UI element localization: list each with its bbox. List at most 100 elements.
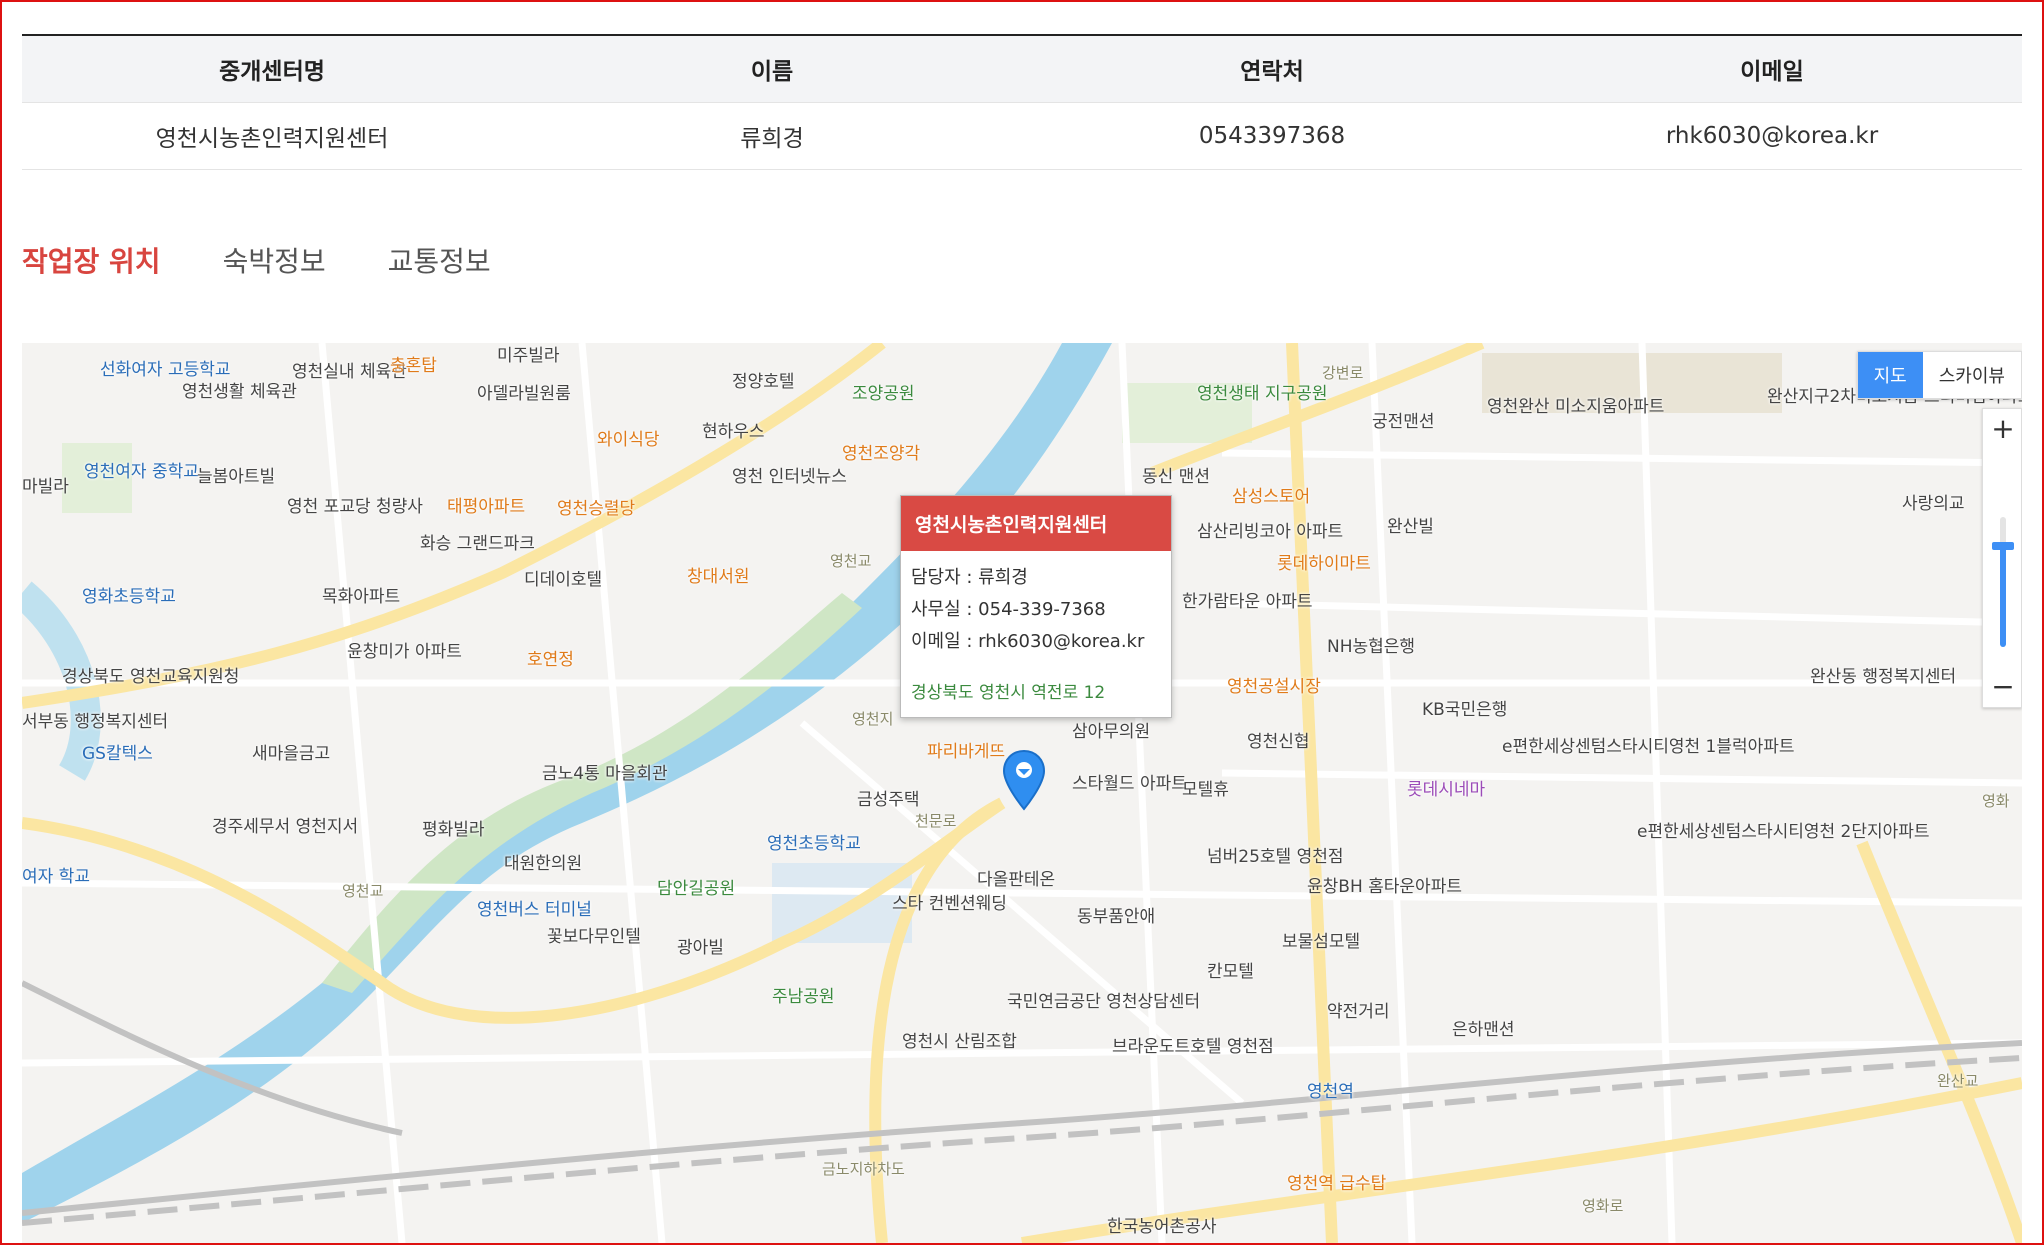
map-label[interactable]: 영천여자 중학교 bbox=[84, 462, 199, 483]
map-label[interactable]: e편한세상센텀스타시티영천 1블럭아파트 bbox=[1502, 737, 1795, 758]
zoom-handle[interactable] bbox=[1992, 541, 2014, 550]
tab-transport[interactable]: 교통정보 bbox=[388, 240, 491, 280]
map-label[interactable]: 사랑의교 bbox=[1902, 494, 1965, 515]
map-label[interactable]: 영천생태 지구공원 bbox=[1197, 384, 1328, 405]
map-label[interactable]: 디데이호텔 bbox=[524, 570, 602, 591]
map-label[interactable]: 영천완산 미소지움아파트 bbox=[1487, 397, 1664, 418]
map-label[interactable]: 영천생활 체육관 bbox=[182, 382, 297, 403]
map-label[interactable]: 영천시 산림조합 bbox=[902, 1032, 1017, 1053]
road-label: 영화로 bbox=[1582, 1197, 1624, 1215]
map-label[interactable]: 서부동 행정복지센터 bbox=[22, 712, 168, 733]
map-label[interactable]: 태평아파트 bbox=[447, 497, 525, 518]
map-label[interactable]: 담안길공원 bbox=[657, 879, 735, 900]
header-phone: 연락처 bbox=[1240, 59, 1304, 85]
map-label[interactable]: 영천역 bbox=[1307, 1082, 1354, 1103]
map-label[interactable]: 충혼탑 bbox=[390, 356, 437, 377]
map-label[interactable]: 호연정 bbox=[527, 650, 574, 671]
map-label[interactable]: 금노4통 마을회관 bbox=[542, 764, 668, 785]
map-label[interactable]: 다올판테온 bbox=[977, 870, 1055, 891]
road-label: 천문로 bbox=[915, 812, 957, 830]
map-label[interactable]: 한가람타운 아파트 bbox=[1182, 592, 1313, 613]
map-label[interactable]: 완산빌 bbox=[1387, 517, 1434, 538]
map-label[interactable]: 조양공원 bbox=[852, 384, 915, 405]
map-label[interactable]: 광아빌 bbox=[677, 938, 724, 959]
info-tabs: 작업장 위치 숙박정보 교통정보 bbox=[22, 240, 491, 280]
map-label[interactable]: 와이식당 bbox=[597, 430, 660, 451]
header-email: 이메일 bbox=[1740, 59, 1804, 85]
map-label[interactable]: 영천공설시장 bbox=[1227, 677, 1321, 698]
road-label: 영천지 bbox=[852, 710, 894, 728]
map-label[interactable]: 늘봄아트빌 bbox=[197, 467, 275, 488]
map-label[interactable]: 영천버스 터미널 bbox=[477, 900, 592, 921]
map-label[interactable]: 윤창BH 홈타운아파트 bbox=[1307, 877, 1462, 898]
map-label[interactable]: 대원한의원 bbox=[504, 854, 582, 875]
map-label[interactable]: 목화아파트 bbox=[322, 587, 400, 608]
cell-center-name: 영천시농촌인력지원센터 bbox=[155, 126, 389, 152]
map-label[interactable]: 칸모텔 bbox=[1207, 962, 1254, 983]
map-label[interactable]: 국민연금공단 영천상담센터 bbox=[1007, 992, 1200, 1013]
map-label[interactable]: 경상북도 영천교육지원청 bbox=[62, 667, 239, 688]
road-label: 강변로 bbox=[1322, 364, 1364, 382]
map-label[interactable]: 모텔휴 bbox=[1182, 780, 1229, 801]
map-label[interactable]: e편한세상센텀스타시티영천 2단지아파트 bbox=[1637, 822, 1930, 843]
infowindow-title: 영천시농촌인력지원센터 bbox=[901, 496, 1171, 551]
map-label[interactable]: 영천 인터넷뉴스 bbox=[732, 467, 847, 488]
map-label[interactable]: KB국민은행 bbox=[1422, 700, 1507, 721]
map-label[interactable]: 미주빌라 bbox=[497, 346, 560, 367]
map-label[interactable]: 아델라빌원룸 bbox=[477, 384, 571, 405]
map-label[interactable]: 화승 그랜드파크 bbox=[420, 534, 535, 555]
map-label[interactable]: 동신 맨션 bbox=[1142, 467, 1210, 488]
zoom-out-button[interactable]: − bbox=[1983, 667, 2022, 707]
map-label[interactable]: 롯데하이마트 bbox=[1277, 554, 1371, 575]
map-type-skyview-button[interactable]: 스카이뷰 bbox=[1923, 352, 2021, 398]
tab-lodging[interactable]: 숙박정보 bbox=[223, 240, 326, 280]
map-label[interactable]: 마빌라 bbox=[22, 477, 69, 498]
map-label[interactable]: 주남공원 bbox=[772, 987, 835, 1008]
map-label[interactable]: 여자 학교 bbox=[22, 867, 90, 888]
map-label[interactable]: 현하우스 bbox=[702, 422, 765, 443]
map-label[interactable]: 영천신협 bbox=[1247, 732, 1310, 753]
map-label[interactable]: 평화빌라 bbox=[422, 820, 485, 841]
zoom-in-button[interactable]: + bbox=[1983, 409, 2022, 449]
map-label[interactable]: 영천 포교당 청량사 bbox=[287, 497, 423, 518]
map-label[interactable]: 삼산리빙코아 아파트 bbox=[1197, 522, 1343, 543]
map-label[interactable]: 영천역 급수탑 bbox=[1287, 1174, 1386, 1195]
map-label[interactable]: 궁전맨션 bbox=[1372, 412, 1435, 433]
map-label[interactable]: 스타월드 아파트 bbox=[1072, 774, 1187, 795]
map-label[interactable]: 삼아무의원 bbox=[1072, 722, 1150, 743]
map-label[interactable]: 한국농어촌공사 bbox=[1107, 1217, 1216, 1238]
location-pin-icon[interactable] bbox=[1002, 749, 1046, 811]
map-label[interactable]: 파리바게뜨 bbox=[927, 742, 1005, 763]
map-label[interactable]: 영화초등학교 bbox=[82, 587, 176, 608]
map-label[interactable]: 새마을금고 bbox=[252, 744, 330, 765]
zoom-slider[interactable] bbox=[2000, 517, 2006, 647]
map-label[interactable]: 선화여자 고등학교 bbox=[100, 360, 231, 381]
map-label[interactable]: 스타 컨벤션웨딩 bbox=[892, 894, 1007, 915]
map-label[interactable]: 영천조양각 bbox=[842, 444, 920, 465]
map-label[interactable]: NH농협은행 bbox=[1327, 637, 1415, 658]
map-view[interactable]: 선화여자 고등학교 영천생활 체육관 영천실내 체육관 충혼탑 미주빌라 아델라… bbox=[22, 343, 2022, 1243]
map-label[interactable]: 약전거리 bbox=[1327, 1002, 1390, 1023]
map-label[interactable]: 정양호텔 bbox=[732, 372, 795, 393]
map-label[interactable]: 삼성스토어 bbox=[1232, 487, 1310, 508]
map-label[interactable]: 금성주택 bbox=[857, 790, 920, 811]
map-label[interactable]: 윤창미가 아파트 bbox=[347, 642, 462, 663]
map-label[interactable]: 완산동 행정복지센터 bbox=[1810, 667, 1956, 688]
map-label[interactable]: 영천초등학교 bbox=[767, 834, 861, 855]
tab-work-location[interactable]: 작업장 위치 bbox=[22, 240, 161, 280]
map-label[interactable]: 영천승렬당 bbox=[557, 499, 635, 520]
cell-email: rhk6030@korea.kr bbox=[1665, 123, 1879, 149]
map-label[interactable]: 롯데시네마 bbox=[1407, 780, 1485, 801]
map-label[interactable]: 창대서원 bbox=[687, 567, 750, 588]
road-label: 금노지하차도 bbox=[822, 1160, 905, 1178]
map-label[interactable]: 꽃보다무인텔 bbox=[547, 927, 641, 948]
map-label[interactable]: GS칼텍스 bbox=[82, 744, 153, 765]
map-label[interactable]: 브라운도트호텔 영천점 bbox=[1112, 1037, 1274, 1058]
map-label[interactable]: 은하맨션 bbox=[1452, 1020, 1515, 1041]
map-label[interactable]: 경주세무서 영천지서 bbox=[212, 817, 358, 838]
map-type-map-button[interactable]: 지도 bbox=[1857, 352, 1923, 398]
map-label[interactable]: 넘버25호텔 영천점 bbox=[1207, 847, 1344, 868]
map-label[interactable]: 동부품안애 bbox=[1077, 907, 1155, 928]
map-label[interactable]: 보물섬모텔 bbox=[1282, 932, 1360, 953]
table-header-row: 중개센터명 이름 연락처 이메일 bbox=[22, 36, 2022, 103]
